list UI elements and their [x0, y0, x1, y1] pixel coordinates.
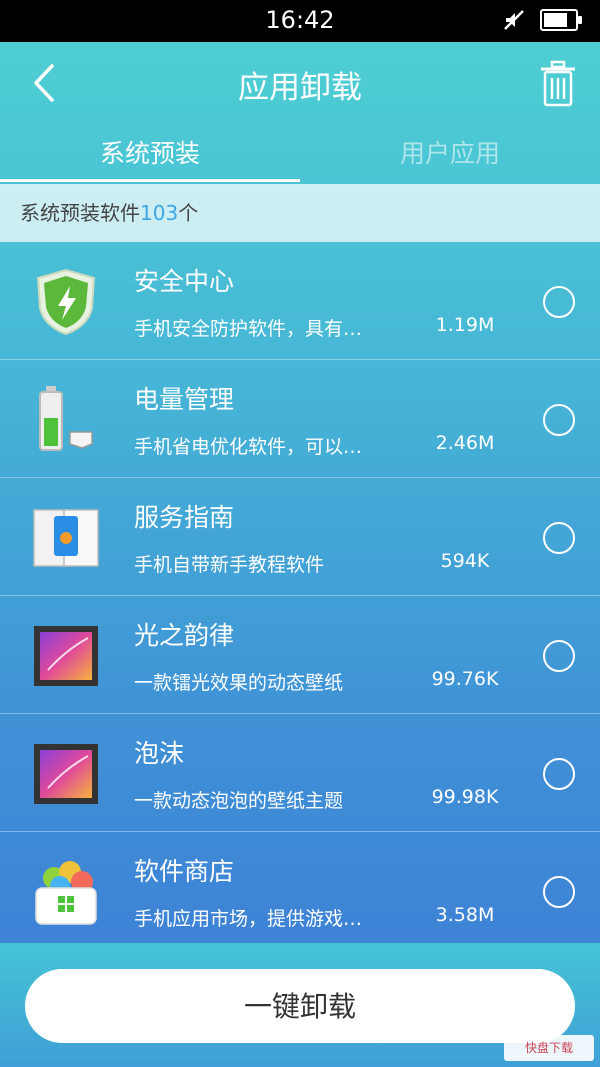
tab-indicator	[0, 179, 300, 182]
select-radio[interactable]	[543, 876, 575, 908]
app-name: 泡沫	[134, 739, 185, 768]
select-radio[interactable]	[543, 404, 575, 436]
list-item[interactable]: 泡沫 一款动态泡泡的壁纸主题 99.98K	[0, 714, 600, 832]
app-size: 594K	[440, 550, 490, 572]
battery-icon	[30, 384, 102, 456]
app-name: 电量管理	[134, 385, 235, 414]
app-list: 安全中心 手机安全防护软件，具有… 1.19M 电量管理 手机省电优化软件，可以…	[0, 242, 600, 950]
trash-icon[interactable]	[538, 60, 578, 108]
app-description: 手机应用市场，提供游戏…	[134, 908, 363, 930]
store-icon	[30, 856, 102, 928]
battery-icon	[540, 9, 582, 31]
shield-icon	[30, 266, 102, 338]
app-size: 99.98K	[431, 786, 499, 808]
tab-user-apps[interactable]: 用户应用	[300, 124, 600, 184]
status-icons	[502, 8, 582, 32]
app-description: 手机安全防护软件，具有…	[134, 318, 363, 340]
app-description: 一款镭光效果的动态壁纸	[134, 672, 344, 694]
app-description: 一款动态泡泡的壁纸主题	[134, 790, 344, 812]
select-radio[interactable]	[543, 758, 575, 790]
select-radio[interactable]	[543, 640, 575, 672]
list-item[interactable]: 服务指南 手机自带新手教程软件 594K	[0, 478, 600, 596]
page-title: 应用卸载	[238, 70, 362, 106]
app-name: 服务指南	[134, 503, 235, 532]
list-item[interactable]: 电量管理 手机省电优化软件，可以… 2.46M	[0, 360, 600, 478]
list-item[interactable]: 光之韵律 一款镭光效果的动态壁纸 99.76K	[0, 596, 600, 714]
app-description: 手机自带新手教程软件	[134, 554, 325, 576]
app-size: 1.19M	[435, 314, 495, 336]
count-suffix: 个	[178, 201, 199, 225]
select-radio[interactable]	[543, 522, 575, 554]
count-prefix: 系统预装软件	[20, 201, 140, 225]
app-size: 3.58M	[435, 904, 495, 926]
list-item[interactable]: 软件商店 手机应用市场，提供游戏… 3.58M	[0, 832, 600, 950]
select-radio[interactable]	[543, 286, 575, 318]
count-number: 103	[140, 201, 179, 225]
mute-icon	[504, 10, 524, 30]
watermark: 快盘下载	[504, 1035, 594, 1061]
one-click-uninstall-button[interactable]: 一键卸载	[25, 969, 575, 1043]
app-size: 2.46M	[435, 432, 495, 454]
app-name: 安全中心	[134, 267, 235, 296]
list-item[interactable]: 安全中心 手机安全防护软件，具有… 1.19M	[0, 242, 600, 360]
wallpaper-icon	[30, 738, 102, 810]
app-name: 光之韵律	[134, 621, 235, 650]
guide-icon	[30, 502, 102, 574]
tab-bar: 系统预装 用户应用	[0, 124, 600, 184]
wallpaper-icon	[30, 620, 102, 692]
app-name: 软件商店	[134, 857, 235, 886]
app-size: 99.76K	[431, 668, 499, 690]
status-bar: 16:42	[0, 0, 600, 42]
count-bar: 系统预装软件103个	[0, 184, 600, 242]
app-description: 手机省电优化软件，可以…	[134, 436, 363, 458]
tab-system-preinstalled[interactable]: 系统预装	[0, 124, 300, 184]
app-bar: 应用卸载	[0, 42, 600, 124]
